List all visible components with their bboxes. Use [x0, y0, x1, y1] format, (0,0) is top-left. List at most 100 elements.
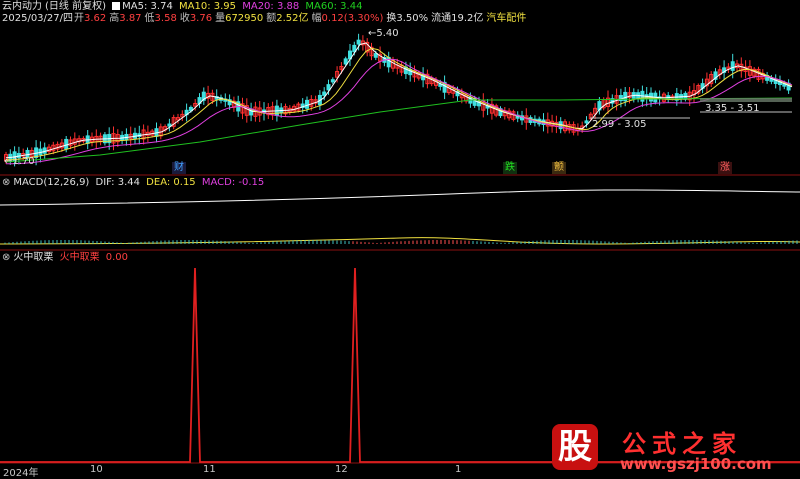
candle	[717, 65, 722, 79]
candle	[425, 69, 430, 89]
change-value: 0.12(3.30%)	[321, 13, 384, 24]
event-marker-drop[interactable]: 跌	[503, 162, 517, 174]
amount-label: 额	[266, 13, 277, 24]
ma20-label: MA20: 3.88	[242, 1, 300, 12]
macd-collapse-icon[interactable]: ⊗	[2, 177, 10, 188]
macd-dif: DIF: 3.44	[95, 177, 140, 188]
candle	[296, 101, 301, 113]
indicator-header: ⊗ 火中取栗 火中取栗 0.00	[2, 251, 131, 265]
macd-dea-line	[0, 237, 800, 245]
change-label: 幅	[311, 13, 322, 24]
candle	[68, 136, 73, 150]
candle	[240, 97, 245, 120]
macd-header: ⊗ MACD(12,26,9) DIF: 3.44 DEA: 0.15 MACD:…	[2, 176, 267, 190]
candle	[231, 96, 236, 112]
macd-dea: DEA: 0.15	[146, 177, 196, 188]
close-value: 3.76	[189, 13, 213, 24]
candle	[739, 57, 744, 78]
volume-label: 量	[215, 13, 226, 24]
turnover-value: 换3.50%	[386, 13, 429, 24]
candle	[696, 83, 701, 96]
macd-name[interactable]: MACD(12,26,9)	[13, 177, 89, 188]
candle	[704, 72, 709, 93]
event-marker-finance[interactable]: 财	[172, 162, 186, 174]
macd-panel-lines	[0, 189, 800, 245]
candle	[360, 35, 365, 51]
candle	[442, 75, 447, 100]
range-label-2: 3.35 - 3.51	[705, 103, 760, 114]
volume-value: 672950	[225, 13, 264, 24]
ma60-label: MA60: 3.44	[305, 1, 363, 12]
macd-value: MACD: -0.15	[201, 177, 265, 188]
stock-name: 云内动力	[2, 1, 42, 12]
indicator-collapse-icon[interactable]: ⊗	[2, 252, 10, 263]
candle	[408, 62, 413, 82]
ma5-label: MA5: 3.74	[122, 1, 173, 12]
quote-date: 2025/03/27/四	[2, 13, 74, 24]
float-value: 流通19.2亿	[431, 13, 484, 24]
open-value: 3.62	[84, 13, 107, 24]
candle	[726, 63, 731, 73]
low-label: 低	[144, 13, 155, 24]
moving-average-lines	[5, 42, 793, 165]
candle	[485, 98, 490, 116]
chart-canvas	[0, 33, 800, 464]
indicator-name[interactable]: 火中取栗	[13, 252, 53, 263]
ma-line	[5, 58, 793, 165]
event-marker-shake[interactable]: 颤	[552, 162, 566, 174]
candle	[369, 42, 374, 61]
candle	[313, 95, 318, 108]
price-band-right	[700, 98, 792, 102]
candle	[700, 78, 705, 94]
xaxis-tick-10: 10	[90, 464, 103, 475]
amount-value: 2.52亿	[276, 13, 309, 24]
low-price-label: ←1.70	[4, 156, 35, 167]
candle	[365, 38, 370, 57]
candle	[756, 66, 761, 83]
indicator-label: 火中取栗	[59, 252, 100, 263]
candle	[765, 71, 770, 84]
candle	[184, 103, 189, 122]
candle	[77, 135, 82, 146]
candle	[481, 93, 486, 118]
ma-legend-box	[112, 2, 121, 10]
candle	[399, 61, 404, 77]
candle	[244, 98, 249, 123]
candle	[502, 107, 507, 120]
sector-label: 汽车配件	[486, 13, 527, 24]
candle	[386, 51, 391, 73]
candle	[206, 85, 211, 106]
candle	[72, 132, 77, 151]
indicator-value: 0.00	[105, 252, 129, 263]
xaxis-year: 2024年	[3, 468, 39, 479]
candle	[171, 114, 176, 130]
high-label: 高	[109, 13, 120, 24]
candle	[494, 103, 499, 118]
watermark-title: 公式之家	[622, 430, 742, 458]
xaxis-tick-12: 12	[335, 464, 348, 475]
chart-mode: (日线 前复权)	[45, 1, 106, 12]
candle	[623, 86, 628, 107]
candle	[412, 65, 417, 83]
low-value: 3.58	[154, 13, 177, 24]
event-marker-rise[interactable]: 涨	[718, 162, 732, 174]
candle	[197, 93, 202, 108]
macd-dif-line	[0, 189, 800, 206]
candle	[249, 102, 254, 122]
candle	[778, 75, 782, 91]
candle	[55, 141, 60, 152]
xaxis-tick-11: 11	[203, 464, 216, 475]
xaxis-tick-1: 1	[455, 464, 462, 475]
ma60-line	[5, 97, 793, 163]
open-label: 开	[74, 13, 85, 24]
candle	[489, 97, 494, 120]
watermark: 股 公式之家 www.gszj100.com	[552, 424, 792, 474]
candle	[201, 87, 206, 105]
candle	[773, 74, 778, 89]
candle	[167, 118, 172, 132]
ma10-label: MA10: 3.95	[179, 1, 237, 12]
candle	[713, 68, 718, 84]
candle	[421, 67, 426, 88]
range-label-1: 2.99 - 3.05	[592, 119, 647, 130]
candle	[722, 60, 727, 80]
